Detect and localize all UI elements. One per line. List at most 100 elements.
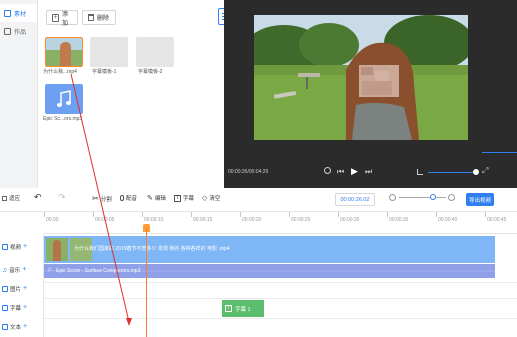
track-labels: 视频 + ♫ 音乐 + 图片 + 字幕 + 文本 +: [0, 234, 44, 337]
subtitle-label: 字幕: [183, 196, 195, 202]
playhead[interactable]: [146, 228, 147, 337]
undo-icon[interactable]: ↶: [34, 192, 42, 203]
fit-button[interactable]: 适应: [2, 194, 20, 202]
record-icon[interactable]: [324, 167, 331, 174]
ruler-tick-label: 00:00:05: [95, 217, 115, 223]
ruler-tick-label: 00:00:30: [340, 217, 360, 223]
ruler-tick: [338, 212, 339, 217]
export-button[interactable]: 导出视频: [466, 193, 494, 206]
eraser-icon: ◇: [202, 195, 208, 202]
text-t-icon: T: [225, 305, 232, 312]
edit-toolbar: 适应 ↶ ↷ ✂ 分割 配音 ✎ 编辑 T 字幕 ◇ 清空 00:00:26.0…: [0, 188, 517, 212]
timeline-ruler[interactable]: 00:00 00:00:05 00:00:10 00:00:15 00:00:2…: [44, 212, 517, 234]
video-preview-panel: 00:00:26/00:04:29 ⏮ ▶ ⏭ ⤢: [224, 0, 517, 188]
add-subtitle-icon[interactable]: +: [23, 304, 27, 311]
add-label: 添加: [62, 11, 69, 27]
fullscreen-icon[interactable]: ⤢: [482, 167, 488, 175]
clip-thumbnail: [46, 238, 68, 261]
subtitle-clip-name: 字幕 1: [235, 306, 251, 313]
media-item-label: 为什么我...mp4: [43, 69, 77, 75]
folder-icon: [4, 9, 11, 17]
progress-accent: [482, 152, 517, 153]
ruler-tick-label: 00:00:15: [193, 217, 213, 223]
zoom-out-icon[interactable]: [389, 194, 396, 201]
audio-clip[interactable]: ♫ Epic Score - Surface Conquerors.mp3: [44, 264, 495, 278]
zoom-in-icon[interactable]: [448, 194, 455, 201]
zoom-slider-track[interactable]: [399, 197, 446, 198]
ruler-tick: [93, 212, 94, 217]
thumb-person: [60, 42, 71, 66]
redo-icon[interactable]: ↷: [58, 192, 66, 203]
player-controls: 00:00:26/00:04:29 ⏮ ▶ ⏭ ⤢: [224, 160, 517, 188]
next-icon[interactable]: ⏭: [365, 168, 372, 176]
timeline-lanes: 为什么我们国家的 2019春节不管多少 发现 我的 各种各样的 电影 .mp4 …: [44, 234, 517, 337]
split-button[interactable]: ✂ 分割: [92, 194, 112, 203]
current-time-field[interactable]: 00:00:26.02: [335, 193, 375, 206]
sidebar-item-works[interactable]: 作品: [0, 22, 37, 40]
ruler-tick: [289, 212, 290, 217]
ruler-tick: [436, 212, 437, 217]
add-text-icon[interactable]: +: [23, 323, 27, 330]
scissors-icon: ✂: [92, 194, 99, 203]
zoom-slider-knob[interactable]: [430, 194, 436, 200]
subtitle-button[interactable]: T 字幕: [174, 194, 194, 202]
track-subtitle: 字幕 +: [2, 304, 27, 312]
sidebar-item-label: 素材: [14, 11, 27, 18]
ruler-tick: [44, 212, 45, 217]
music-note-icon: ♫: [47, 267, 52, 273]
video-scene: [254, 15, 468, 140]
video-frame[interactable]: [254, 15, 468, 140]
media-item-label: 字幕模板-1: [92, 69, 117, 75]
media-library: + 添加 删除 全部 为什么我...mp4 字幕模板-1 字幕模板-2 Epic…: [38, 0, 254, 188]
sidebar-item-materials[interactable]: 素材: [0, 4, 37, 22]
track-text: 文本 +: [2, 323, 27, 331]
media-item-subtitle-template-2[interactable]: [136, 37, 174, 67]
previous-icon[interactable]: ⏮: [337, 168, 344, 176]
add-image-icon[interactable]: +: [23, 285, 27, 292]
ruler-tick-label: 00:00: [46, 217, 59, 223]
subtitle-clip[interactable]: T 字幕 1: [222, 300, 264, 317]
pencil-icon: ✎: [147, 195, 153, 202]
music-note-icon: [57, 90, 71, 107]
ruler-tick-label: 00:00:10: [144, 217, 164, 223]
volume-knob[interactable]: [473, 169, 479, 175]
delete-button[interactable]: 删除: [82, 10, 116, 25]
microphone-icon: [120, 195, 124, 201]
add-button[interactable]: + 添加: [46, 10, 78, 27]
ruler-tick: [485, 212, 486, 217]
delete-label: 删除: [97, 16, 110, 22]
ruler-tick: [142, 212, 143, 217]
add-video-icon[interactable]: +: [23, 243, 27, 250]
volume-fill: [428, 172, 474, 173]
play-icon[interactable]: ▶: [351, 167, 358, 176]
ruler-tick-label: 00:00:25: [291, 217, 311, 223]
add-music-icon[interactable]: +: [22, 266, 26, 273]
lane-divider: [44, 318, 517, 319]
edit-button[interactable]: ✎ 编辑: [147, 194, 166, 202]
media-item-subtitle-template-1[interactable]: [90, 37, 128, 67]
volume-icon[interactable]: [417, 169, 423, 175]
subtitle-track-icon: [2, 305, 8, 311]
media-item-audio[interactable]: [45, 84, 83, 114]
image-track-icon: [2, 286, 8, 292]
fit-icon: [2, 195, 7, 201]
video-clip[interactable]: 为什么我们国家的 2019春节不管多少 发现 我的 各种各样的 电影 .mp4: [44, 236, 495, 263]
dub-button[interactable]: 配音: [120, 194, 137, 202]
ruler-tick: [387, 212, 388, 217]
clear-button[interactable]: ◇ 清空: [202, 194, 220, 202]
dub-label: 配音: [126, 196, 138, 202]
track-music: ♫ 音乐 +: [2, 266, 26, 274]
sidebar: 素材 作品: [0, 0, 38, 188]
fit-label: 适应: [9, 196, 21, 202]
music-track-icon: ♫: [2, 266, 8, 274]
video-clip-name: 为什么我们国家的 2019春节不管多少 发现 我的 各种各样的 电影 .mp4: [74, 246, 230, 252]
media-item-video[interactable]: [45, 37, 83, 67]
track-label: 图片: [10, 287, 22, 293]
ruler-tick: [191, 212, 192, 217]
ruler-tick-label: 00:00:45: [487, 217, 507, 223]
media-item-label: 字幕模板-2: [138, 69, 163, 75]
lane-divider: [44, 298, 517, 299]
ruler-tick-label: 00:00:35: [389, 217, 409, 223]
split-label: 分割: [100, 196, 112, 203]
edit-label: 编辑: [154, 196, 166, 202]
